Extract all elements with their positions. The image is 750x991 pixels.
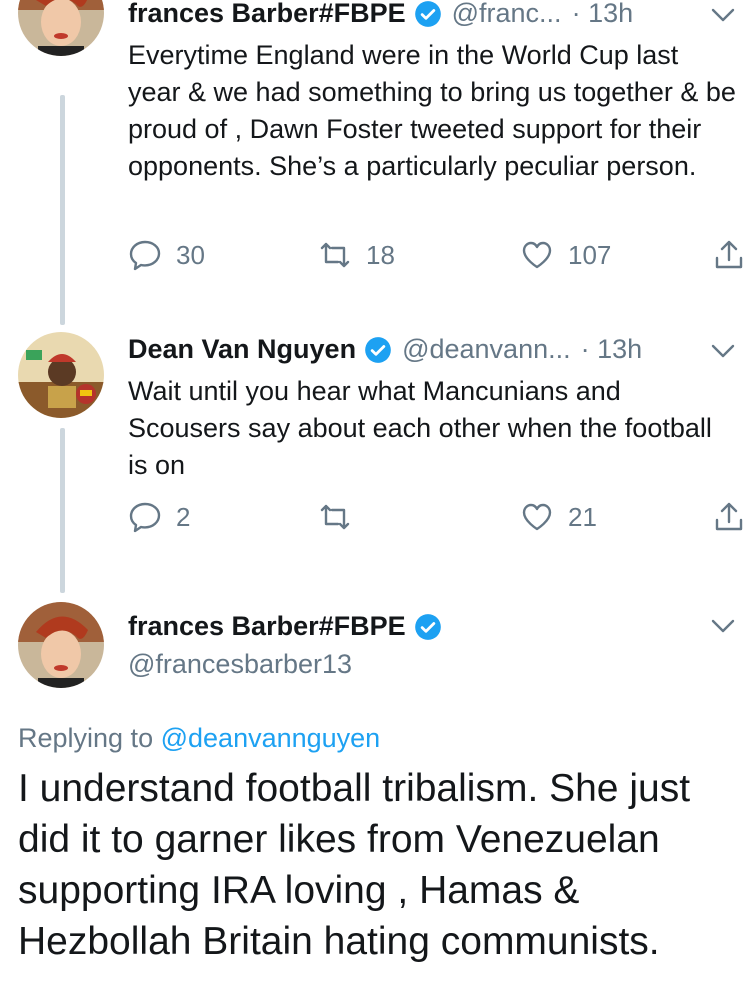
verified-badge-icon: [365, 336, 391, 363]
like-button[interactable]: 107: [520, 238, 611, 272]
like-count: 107: [568, 239, 612, 270]
reply-icon: [129, 502, 161, 533]
retweet-icon: [320, 504, 350, 530]
display-name[interactable]: frances Barber#FBPE: [128, 0, 406, 29]
reply-count: 30: [176, 239, 205, 270]
heart-icon: [522, 503, 552, 531]
tweet-actions: 2 21: [128, 500, 746, 540]
reply-button[interactable]: 30: [128, 238, 205, 272]
timestamp[interactable]: · 13h: [581, 334, 643, 365]
share-button[interactable]: [712, 500, 750, 534]
share-button[interactable]: [712, 238, 750, 272]
retweet-button[interactable]: [318, 500, 366, 534]
replying-prefix: Replying to: [18, 723, 154, 753]
tweet-header: frances Barber#FBPE: [128, 611, 452, 642]
reply-button[interactable]: 2: [128, 500, 190, 534]
main-tweet-text: I understand football tribalism. She jus…: [18, 767, 691, 963]
handle[interactable]: @deanvann...: [402, 334, 571, 365]
retweet-icon: [320, 242, 350, 268]
reply-count: 2: [176, 501, 191, 532]
tweet-text: Wait until you hear what Mancunians and …: [128, 376, 712, 480]
replying-to-link[interactable]: @deanvannguyen: [161, 723, 381, 753]
tweet-actions: 30 18 107: [128, 238, 746, 278]
verified-badge-icon: [414, 613, 441, 640]
tweet-header: Dean Van Nguyen @deanvann... · 13h: [128, 334, 642, 365]
timestamp[interactable]: · 13h: [572, 0, 634, 29]
handle[interactable]: @francesbarber13: [128, 649, 352, 680]
replying-to: Replying to @deanvannguyen: [18, 723, 380, 754]
avatar[interactable]: [18, 602, 104, 688]
chevron-down-icon[interactable]: [710, 617, 736, 635]
handle[interactable]: @franc...: [452, 0, 562, 29]
tweet-header: frances Barber#FBPE @franc... · 13h: [128, 0, 633, 29]
tweet-text: Everytime England were in the World Cup …: [128, 40, 736, 181]
retweet-button[interactable]: 18: [318, 238, 395, 272]
thread-line: [60, 428, 65, 593]
display-name[interactable]: frances Barber#FBPE: [128, 611, 406, 642]
chevron-down-icon[interactable]: [710, 342, 736, 360]
like-button[interactable]: 21: [520, 500, 597, 534]
verified-badge-icon: [414, 0, 441, 27]
heart-icon: [522, 241, 552, 269]
avatar[interactable]: [18, 332, 104, 418]
share-icon: [715, 502, 743, 531]
share-icon: [715, 240, 743, 269]
reply-icon: [129, 240, 161, 271]
display-name[interactable]: Dean Van Nguyen: [128, 334, 356, 365]
retweet-count: 18: [366, 239, 395, 270]
thread-line: [60, 95, 65, 325]
like-count: 21: [568, 501, 597, 532]
avatar[interactable]: [18, 0, 104, 56]
chevron-down-icon[interactable]: [710, 6, 736, 24]
